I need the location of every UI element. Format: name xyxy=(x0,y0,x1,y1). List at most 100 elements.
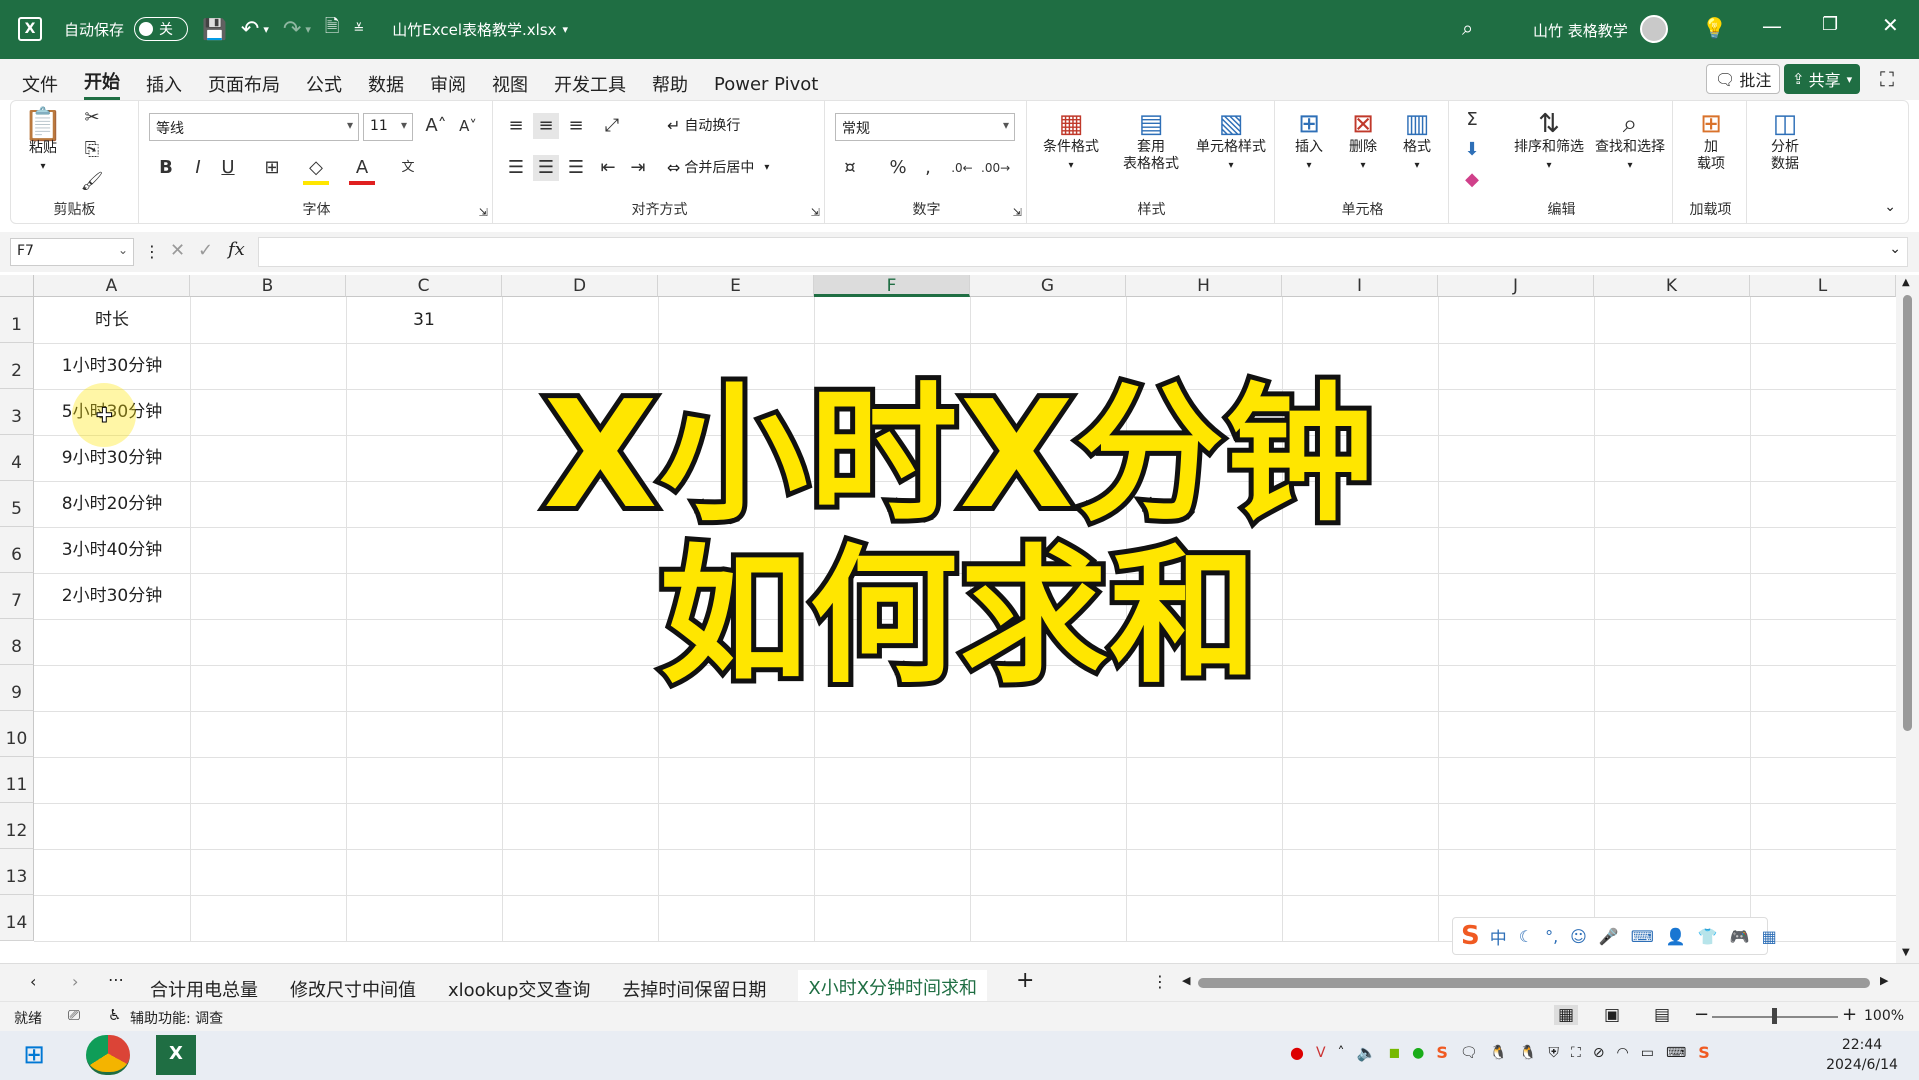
next-sheet-icon[interactable]: › xyxy=(72,972,78,991)
autosum-icon[interactable]: Σ xyxy=(1459,107,1485,133)
scroll-down-icon[interactable]: ▼ xyxy=(1902,947,1910,958)
sheet-tab[interactable]: 修改尺寸中间值 xyxy=(290,976,416,1002)
close-icon[interactable]: ✕ xyxy=(1882,13,1899,37)
ime-mode[interactable]: 中 xyxy=(1490,924,1507,949)
percent-icon[interactable]: % xyxy=(885,155,911,181)
prev-sheet-icon[interactable]: ‹ xyxy=(30,972,36,991)
emoji-icon[interactable]: ☺ xyxy=(1570,927,1587,946)
column-header-C[interactable]: C xyxy=(346,275,502,297)
align-top-icon[interactable]: ≡ xyxy=(503,113,529,139)
menu-formulas[interactable]: 公式 xyxy=(306,71,342,97)
increase-indent-icon[interactable]: ⇥ xyxy=(625,155,651,181)
normal-view-icon[interactable]: ▦ xyxy=(1554,1005,1579,1025)
underline-icon[interactable]: U xyxy=(215,155,241,181)
column-header-E[interactable]: E xyxy=(658,275,814,297)
format-as-table-button[interactable]: ▤ 套用 表格格式 xyxy=(1113,109,1189,173)
align-bottom-icon[interactable]: ≡ xyxy=(563,113,589,139)
page-break-view-icon[interactable]: ▤ xyxy=(1654,1005,1670,1025)
align-center-icon[interactable]: ☰ xyxy=(533,155,559,181)
moon-icon[interactable]: ☾ xyxy=(1519,927,1533,946)
column-header-B[interactable]: B xyxy=(190,275,346,297)
shield-icon[interactable]: ⛨ xyxy=(1549,1045,1560,1061)
column-header-G[interactable]: G xyxy=(970,275,1126,297)
wrap-text-button[interactable]: ↵ 自动换行 xyxy=(667,115,740,135)
keyboard-tray-icon[interactable]: ⌨ xyxy=(1666,1045,1686,1061)
menu-review[interactable]: 审阅 xyxy=(430,71,466,97)
menu-developer[interactable]: 开发工具 xyxy=(554,71,626,97)
zoom-out-icon[interactable]: − xyxy=(1694,1004,1709,1025)
cell-C1[interactable]: 31 xyxy=(346,297,502,343)
account-icon[interactable]: ⛶ xyxy=(1880,67,1894,91)
fill-color-icon[interactable]: ◇ xyxy=(303,155,329,185)
sheet-tab[interactable]: xlookup交叉查询 xyxy=(448,976,590,1002)
align-middle-icon[interactable]: ≡ xyxy=(533,113,559,139)
font-size-select[interactable]: 11 ▾ xyxy=(363,113,413,141)
punctuation-icon[interactable]: °, xyxy=(1545,927,1558,946)
print-preview-icon[interactable]: 🗎 xyxy=(325,14,339,44)
wifi-icon[interactable]: ◠ xyxy=(1617,1045,1629,1061)
microphone-icon[interactable]: 🎤 xyxy=(1599,927,1619,946)
column-header-J[interactable]: J xyxy=(1438,275,1594,297)
font-name-select[interactable]: 等线 ▾ xyxy=(149,113,359,141)
restore-icon[interactable]: ❐ xyxy=(1822,14,1838,35)
fill-icon[interactable]: ⬇ xyxy=(1459,137,1485,163)
insert-cells-button[interactable]: ⊞ 插入 ▾ xyxy=(1283,109,1335,174)
network-off-icon[interactable]: ⊘ xyxy=(1593,1045,1605,1061)
menu-power-pivot[interactable]: Power Pivot xyxy=(714,74,818,95)
share-button[interactable]: ⇪ 共享 ▾ xyxy=(1784,64,1861,94)
chevron-down-icon[interactable]: ▾ xyxy=(563,23,569,36)
row-header-12[interactable]: 12 xyxy=(0,803,34,849)
minimize-icon[interactable]: — xyxy=(1762,14,1782,38)
enter-icon[interactable]: ✓ xyxy=(198,240,213,261)
skin-icon[interactable]: 👕 xyxy=(1698,927,1718,946)
cancel-icon[interactable]: ✕ xyxy=(170,240,185,261)
font-color-icon[interactable]: A xyxy=(349,155,375,185)
ime-toolbar[interactable]: S 中 ☾ °, ☺ 🎤 ⌨ 👤 👕 🎮 ▦ xyxy=(1452,917,1777,955)
windows-start-icon[interactable]: ⊞ xyxy=(14,1035,54,1075)
format-cells-button[interactable]: ▥ 格式 ▾ xyxy=(1391,109,1443,174)
scroll-left-icon[interactable]: ◀ xyxy=(1182,974,1190,987)
vertical-scrollbar[interactable]: ▲ ▼ xyxy=(1896,275,1919,963)
addins-button[interactable]: ⊞ 加 载项 xyxy=(1683,109,1739,173)
copy-icon[interactable]: ⎘ xyxy=(79,137,105,163)
accessibility-icon[interactable]: ♿ xyxy=(108,1006,121,1024)
decrease-indent-icon[interactable]: ⇤ xyxy=(595,155,621,181)
cell-A1[interactable]: 时长 xyxy=(34,297,190,343)
align-left-icon[interactable]: ☰ xyxy=(503,155,529,181)
more-sheets-icon[interactable]: ⋯ xyxy=(108,970,124,989)
apps-grid-icon[interactable]: ▦ xyxy=(1762,927,1777,946)
chevron-down-icon[interactable]: ▾ xyxy=(263,23,269,36)
chrome-icon[interactable] xyxy=(86,1035,130,1075)
chat-icon[interactable]: 🗨 xyxy=(1460,1045,1478,1061)
wechat-icon[interactable]: ● xyxy=(1412,1045,1424,1061)
more-options-icon[interactable]: ⋮ xyxy=(1152,972,1168,991)
menu-insert[interactable]: 插入 xyxy=(146,71,182,97)
qq-icon[interactable]: 🐧 xyxy=(1490,1045,1507,1061)
delete-cells-button[interactable]: ⊠ 删除 ▾ xyxy=(1337,109,1389,174)
menu-help[interactable]: 帮助 xyxy=(652,71,688,97)
phonetic-icon[interactable]: 文 xyxy=(395,155,421,181)
clock[interactable]: 22:44 2024/6/14 xyxy=(1822,1035,1902,1075)
italic-icon[interactable]: I xyxy=(185,155,211,181)
macro-record-icon[interactable]: ⎚ xyxy=(68,1006,80,1024)
name-box[interactable]: F7 ⌄ xyxy=(10,238,134,266)
clear-icon[interactable]: ◆ xyxy=(1459,167,1485,193)
formula-input[interactable]: ⌄ xyxy=(258,237,1908,267)
record-icon[interactable]: ● xyxy=(1290,1043,1304,1062)
zoom-level[interactable]: 100% xyxy=(1864,1008,1904,1024)
chevron-down-icon[interactable]: ⌄ xyxy=(1889,241,1901,257)
decrease-decimal-icon[interactable]: .00→ xyxy=(981,155,1010,181)
cell-styles-button[interactable]: ▧ 单元格样式 ▾ xyxy=(1189,109,1273,174)
page-layout-view-icon[interactable]: ▣ xyxy=(1604,1005,1620,1025)
undo-icon[interactable]: ↶ xyxy=(241,17,259,42)
column-header-D[interactable]: D xyxy=(502,275,658,297)
collapse-ribbon-icon[interactable]: ⌄ xyxy=(1884,199,1896,215)
row-header-14[interactable]: 14 xyxy=(0,895,34,941)
spreadsheet-grid[interactable]: ABCDEFGHIJKL 1 2 3 4 5 6 7 8 9 10 11 12 13 14 时长 31 1… xyxy=(0,275,1919,963)
file-name[interactable]: 山竹Excel表格教学.xlsx xyxy=(392,19,556,40)
row-header-1[interactable]: 1 xyxy=(0,297,34,343)
chevron-down-icon[interactable]: ▾ xyxy=(305,23,311,36)
volume-icon[interactable]: 🔈 xyxy=(1357,1043,1377,1062)
orientation-icon[interactable]: ⤢ xyxy=(599,113,625,139)
find-select-button[interactable]: ⌕ 查找和选择 ▾ xyxy=(1589,109,1671,174)
